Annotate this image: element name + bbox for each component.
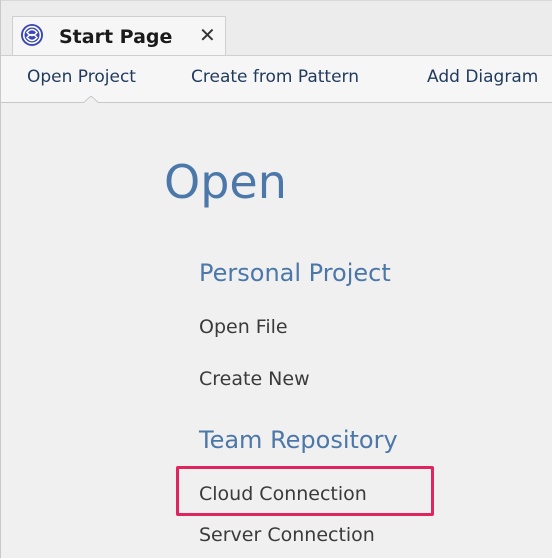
highlight-box bbox=[176, 466, 434, 516]
server-connection-link[interactable]: Server Connection bbox=[199, 524, 375, 546]
tab-strip: Start Page ✕ bbox=[1, 0, 552, 57]
nav-create-from-pattern[interactable]: Create from Pattern bbox=[191, 67, 359, 87]
section-title-personal-project: Personal Project bbox=[199, 259, 391, 287]
tab-title: Start Page bbox=[59, 26, 173, 48]
nav-open-project[interactable]: Open Project bbox=[27, 67, 136, 87]
ea-logo-icon bbox=[21, 24, 43, 46]
section-title-team-repository: Team Repository bbox=[199, 426, 398, 454]
close-icon[interactable]: ✕ bbox=[199, 23, 216, 47]
nav-add-diagram[interactable]: Add Diagram bbox=[427, 67, 538, 87]
open-file-link[interactable]: Open File bbox=[199, 316, 288, 338]
tab-start-page[interactable]: Start Page ✕ bbox=[12, 16, 226, 57]
create-new-link[interactable]: Create New bbox=[199, 368, 310, 390]
page-title: Open bbox=[164, 155, 287, 209]
start-page-window: Start Page ✕ Open Project Create from Pa… bbox=[0, 0, 552, 558]
